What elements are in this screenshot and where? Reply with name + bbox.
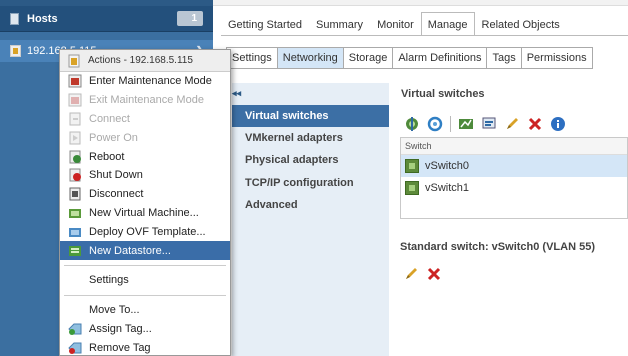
toolbar-separator <box>450 116 451 132</box>
vswitch-name: vSwitch0 <box>425 160 470 172</box>
nav-vmkernel-adapters[interactable]: VMkernel adapters <box>245 132 343 144</box>
menu-item-settings[interactable]: Settings <box>60 271 230 290</box>
tab-monitor[interactable]: Monitor <box>370 12 421 36</box>
subtab-permissions[interactable]: Permissions <box>521 47 593 69</box>
main-tabs: Getting Started Summary Monitor Manage R… <box>221 12 567 36</box>
menu-item-shut-down[interactable]: Shut Down <box>60 166 230 185</box>
hosts-header[interactable]: Hosts 1 <box>0 6 213 32</box>
connect-icon <box>68 112 82 126</box>
maintenance-exit-icon <box>68 93 82 107</box>
menu-header-label: Actions - 192.168.5.115 <box>88 55 193 66</box>
menu-item-power-on[interactable]: Power On <box>60 128 230 147</box>
subtab-settings[interactable]: Settings <box>226 47 278 69</box>
tabs-divider <box>221 35 628 36</box>
collapse-icon[interactable]: ◂◂ <box>232 88 241 99</box>
subtab-tags[interactable]: Tags <box>487 47 522 69</box>
menu-item-reboot[interactable]: Reboot <box>60 147 230 166</box>
subtab-alarm-definitions[interactable]: Alarm Definitions <box>393 47 488 69</box>
menu-item-move-to[interactable]: Move To... <box>60 301 230 320</box>
menu-item-connect[interactable]: Connect <box>60 110 230 129</box>
host-list-icon <box>10 12 19 25</box>
deploy-ovf-icon <box>68 225 82 239</box>
subtab-storage[interactable]: Storage <box>343 47 394 69</box>
menu-item-disconnect[interactable]: Disconnect <box>60 185 230 204</box>
hosts-count-badge: 1 <box>177 11 203 26</box>
manage-subtabs: Settings Networking Storage Alarm Defini… <box>226 47 593 69</box>
menu-item-exit-maintenance-mode[interactable]: Exit Maintenance Mode <box>60 91 230 110</box>
assign-tag-icon <box>68 322 82 336</box>
virtual-switches-title: Virtual switches <box>401 88 485 100</box>
menu-item-remove-tag[interactable]: Remove Tag <box>60 338 230 356</box>
vswitch-icon <box>405 159 419 173</box>
menu-separator <box>64 264 226 266</box>
tab-manage[interactable]: Manage <box>420 12 475 36</box>
delete-icon[interactable] <box>527 116 543 132</box>
add-networking-icon[interactable] <box>404 116 420 132</box>
column-header-switch[interactable]: Switch <box>401 138 627 155</box>
nav-physical-adapters[interactable]: Physical adapters <box>245 154 339 166</box>
table-row-vswitch1[interactable]: vSwitch1 <box>401 177 627 199</box>
menu-item-deploy-ovf-template[interactable]: Deploy OVF Template... <box>60 222 230 241</box>
remove-tag-icon <box>68 341 82 355</box>
power-on-icon <box>68 131 82 145</box>
edit-icon[interactable] <box>403 266 419 282</box>
host-icon <box>10 45 21 57</box>
nav-virtual-switches[interactable]: Virtual switches <box>232 105 389 127</box>
host-actions-menu: Actions - 192.168.5.115 Enter Maintenanc… <box>59 49 231 356</box>
hosts-label: Hosts <box>27 12 58 25</box>
new-datastore-icon <box>68 244 82 258</box>
nav-tcpip-configuration[interactable]: TCP/IP configuration <box>245 177 354 189</box>
menu-item-enter-maintenance-mode[interactable]: Enter Maintenance Mode <box>60 72 230 91</box>
nav-advanced[interactable]: Advanced <box>245 199 298 211</box>
shut-down-icon <box>68 168 82 182</box>
tab-summary[interactable]: Summary <box>309 12 370 36</box>
virtual-switches-table: Switch vSwitch0 vSwitch1 <box>400 137 628 219</box>
menu-separator <box>64 294 226 296</box>
virtual-switches-toolbar <box>404 116 573 132</box>
standard-switch-title: Standard switch: vSwitch0 (VLAN 55) <box>400 241 595 253</box>
delete-icon[interactable] <box>426 266 442 282</box>
refresh-icon[interactable] <box>427 116 443 132</box>
maintenance-enter-icon <box>68 74 82 88</box>
info-icon[interactable] <box>550 116 566 132</box>
vswitch-name: vSwitch1 <box>425 182 470 194</box>
network-settings-icon[interactable] <box>481 116 497 132</box>
reboot-icon <box>68 150 82 164</box>
tab-related-objects[interactable]: Related Objects <box>475 12 567 36</box>
menu-item-new-datastore[interactable]: New Datastore... <box>60 241 230 260</box>
new-vm-icon <box>68 206 82 220</box>
networking-nav: ◂◂ Virtual switches VMkernel adapters Ph… <box>232 83 389 356</box>
top-strip <box>213 0 628 6</box>
tab-getting-started[interactable]: Getting Started <box>221 12 309 36</box>
table-row-vswitch0[interactable]: vSwitch0 <box>401 155 627 177</box>
menu-item-assign-tag[interactable]: Assign Tag... <box>60 320 230 339</box>
menu-item-new-virtual-machine[interactable]: New Virtual Machine... <box>60 204 230 223</box>
standard-switch-toolbar <box>403 266 449 282</box>
migrate-adapter-icon[interactable] <box>458 116 474 132</box>
host-icon <box>68 54 82 68</box>
subtab-networking[interactable]: Networking <box>277 47 344 69</box>
disconnect-icon <box>68 187 82 201</box>
vswitch-icon <box>405 181 419 195</box>
edit-icon[interactable] <box>504 116 520 132</box>
menu-header: Actions - 192.168.5.115 <box>60 50 230 72</box>
